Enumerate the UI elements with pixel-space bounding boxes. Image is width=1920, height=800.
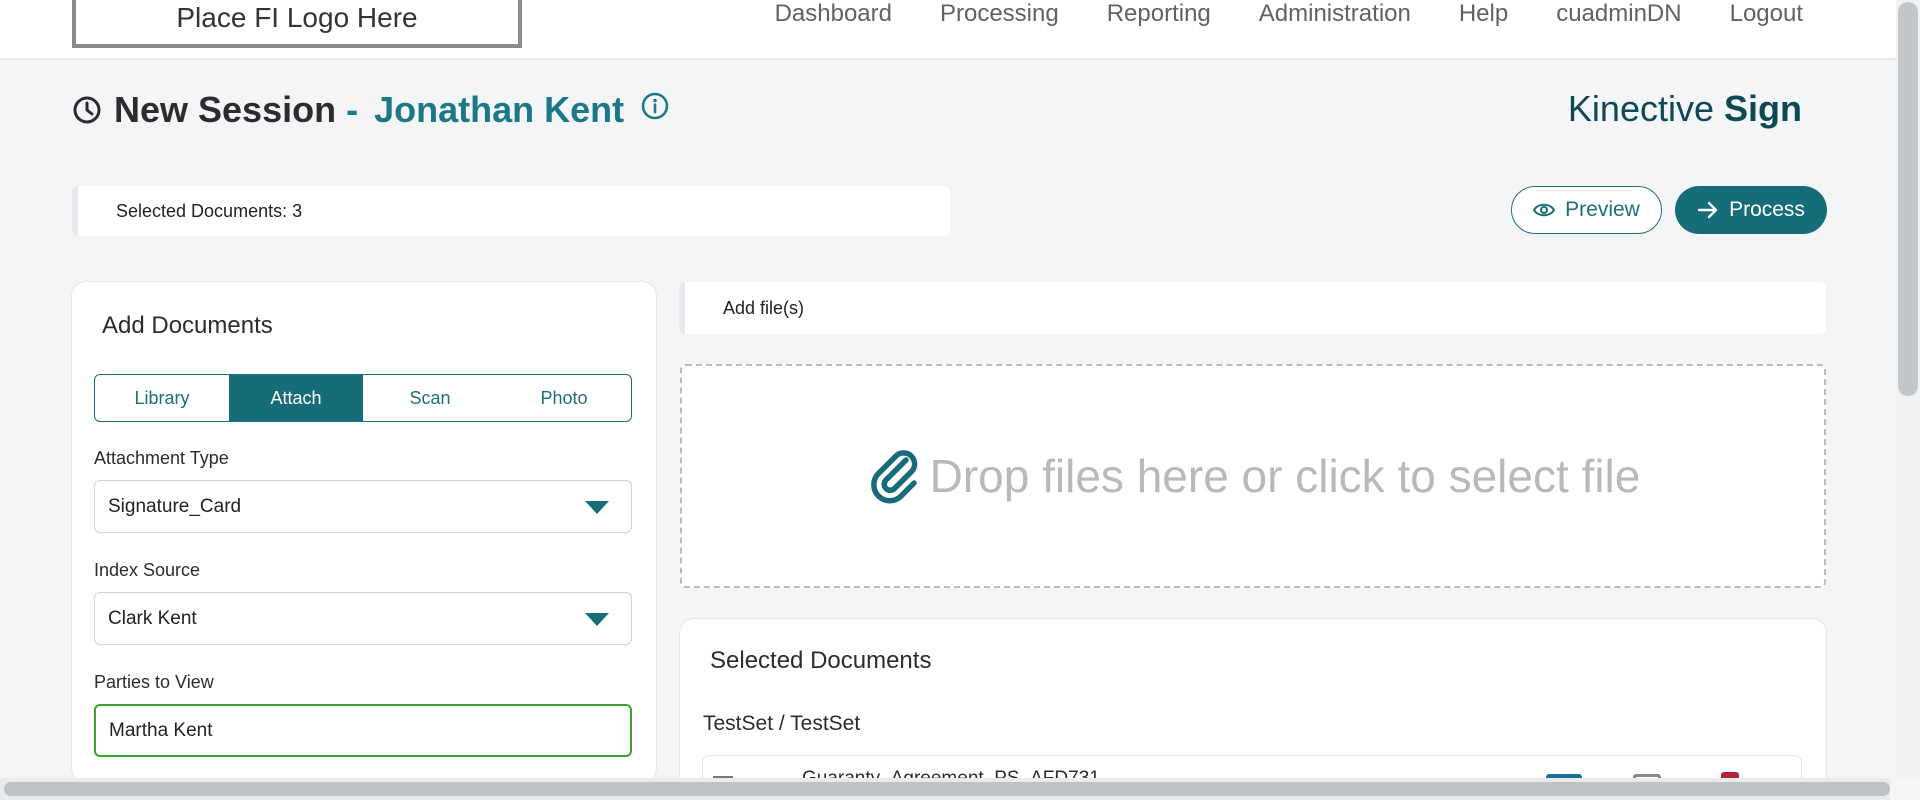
attachment-type-label: Attachment Type xyxy=(94,448,229,468)
document-set-name: TestSet / TestSet xyxy=(703,712,861,735)
session-title: New Session xyxy=(114,89,337,130)
parties-to-view-value: Martha Kent xyxy=(109,719,213,741)
vertical-scrollbar[interactable] xyxy=(1896,0,1920,778)
chevron-down-icon xyxy=(585,501,609,514)
add-documents-card: Add Documents Library Attach Scan Photo … xyxy=(72,282,656,782)
tab-library[interactable]: Library xyxy=(95,375,229,421)
selected-documents-title: Selected Documents xyxy=(710,647,932,674)
index-source-label: Index Source xyxy=(94,560,201,580)
brand-light: Kinective xyxy=(1567,88,1714,129)
process-label: Process xyxy=(1729,198,1805,221)
horizontal-scrollbar-thumb[interactable] xyxy=(4,782,1890,796)
tab-scan[interactable]: Scan xyxy=(363,375,497,421)
index-source-select[interactable]: Clark Kent xyxy=(94,592,632,645)
fi-logo-placeholder[interactable]: Place FI Logo Here xyxy=(72,0,522,48)
main-nav: Dashboard Processing Reporting Administr… xyxy=(775,0,1803,30)
nav-reporting[interactable]: Reporting xyxy=(1107,0,1211,30)
tab-attach[interactable]: Attach xyxy=(229,375,363,421)
customer-name: Jonathan Kent xyxy=(374,89,625,130)
process-button[interactable]: Process xyxy=(1675,186,1827,234)
attachment-type-select[interactable]: Signature_Card xyxy=(94,480,632,533)
brand-bold: Sign xyxy=(1724,88,1802,129)
eye-icon xyxy=(1533,203,1556,217)
info-icon[interactable] xyxy=(640,91,670,121)
nav-administration[interactable]: Administration xyxy=(1259,0,1411,30)
preview-label: Preview xyxy=(1565,198,1640,221)
parties-to-view-label: Parties to View xyxy=(94,672,214,692)
tab-photo[interactable]: Photo xyxy=(497,375,631,421)
nav-user-account[interactable]: cuadminDN xyxy=(1556,0,1681,30)
horizontal-scrollbar[interactable] xyxy=(0,778,1890,800)
logo-text: Place FI Logo Here xyxy=(176,2,418,33)
add-files-bar: Add file(s) xyxy=(679,282,1826,334)
add-files-label: Add file(s) xyxy=(723,297,805,318)
selected-documents-count: Selected Documents: 3 xyxy=(116,200,303,221)
nav-logout[interactable]: Logout xyxy=(1730,0,1803,30)
selected-documents-count-bar: Selected Documents: 3 xyxy=(72,186,950,236)
attachment-type-value: Signature_Card xyxy=(108,495,242,517)
add-documents-title: Add Documents xyxy=(102,312,273,339)
preview-button[interactable]: Preview xyxy=(1511,186,1662,234)
nav-dashboard[interactable]: Dashboard xyxy=(775,0,892,30)
title-separator: - xyxy=(346,89,359,130)
chevron-down-icon xyxy=(585,613,609,626)
page-title: New Session - Jonathan Kent xyxy=(72,86,670,134)
document-source-tabs: Library Attach Scan Photo xyxy=(94,374,632,422)
paperclip-icon xyxy=(870,450,917,504)
clock-icon xyxy=(73,96,101,124)
vertical-scrollbar-thumb[interactable] xyxy=(1898,2,1918,396)
top-navbar: Place FI Logo Here Dashboard Processing … xyxy=(0,0,1920,58)
parties-to-view-input[interactable]: Martha Kent xyxy=(94,704,632,757)
arrow-right-icon xyxy=(1697,201,1718,219)
dropzone-text: Drop files here or click to select file xyxy=(929,450,1641,502)
selected-documents-card: Selected Documents TestSet / TestSet Gua… xyxy=(680,619,1826,800)
index-source-value: Clark Kent xyxy=(108,607,197,629)
brand-logo: Kinective Sign xyxy=(1568,88,1802,130)
nav-help[interactable]: Help xyxy=(1459,0,1508,30)
nav-processing[interactable]: Processing xyxy=(940,0,1059,30)
file-dropzone[interactable]: Drop files here or click to select file xyxy=(680,364,1826,588)
